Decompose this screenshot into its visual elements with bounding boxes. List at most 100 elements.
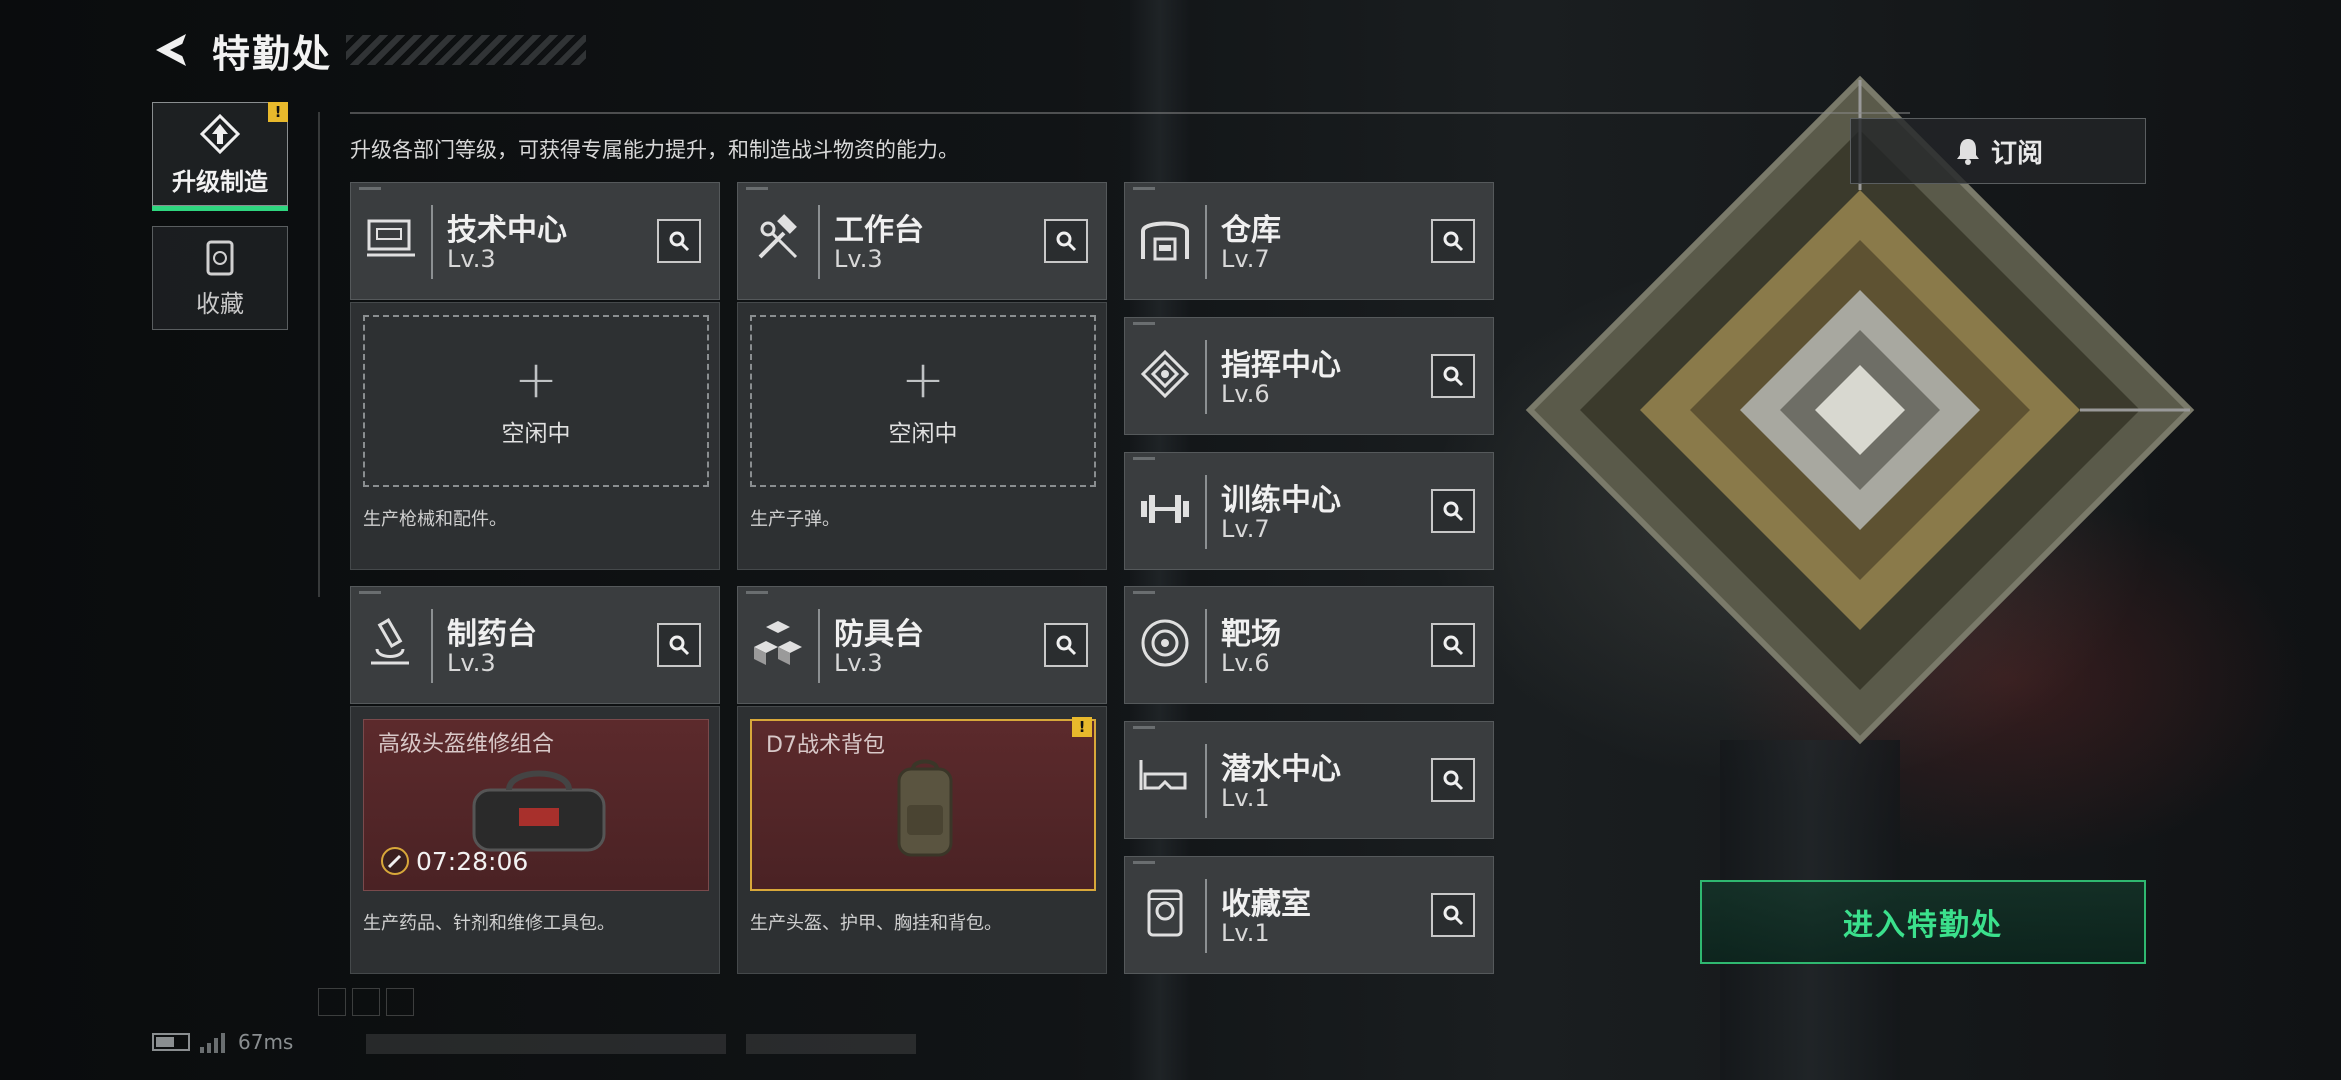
- dept-name: 靶场: [1221, 617, 1281, 652]
- dept-card-armor-bench[interactable]: 防具台 Lv.3: [737, 586, 1107, 704]
- production-slot-item[interactable]: D7战术背包: [750, 719, 1096, 891]
- upgrade-warning-badge: !: [268, 102, 288, 122]
- dept-level: Lv.7: [1221, 515, 1270, 543]
- trophy-icon: [1147, 889, 1183, 937]
- subscribe-label: 订阅: [1990, 138, 2043, 169]
- dept-card-diving-center[interactable]: 潜水中心 Lv.1: [1124, 721, 1494, 839]
- tools-icon: [758, 214, 798, 259]
- enter-special-ops-button[interactable]: 进入特勤处: [1700, 880, 2146, 964]
- battery-icon: [152, 1033, 190, 1051]
- production-description: 生产子弹。: [750, 509, 840, 530]
- item-warning-badge: !: [1072, 717, 1092, 737]
- dept-search-button[interactable]: [1044, 219, 1088, 263]
- cubes-icon: [754, 621, 802, 665]
- dept-level: Lv.3: [447, 649, 496, 677]
- page-description: 升级各部门等级，可获得专属能力提升，和制造战斗物资的能力。: [350, 138, 959, 162]
- dept-name: 制药台: [447, 617, 537, 652]
- card-corner-mark: [1133, 322, 1155, 325]
- header: 特勤处: [150, 20, 587, 80]
- slot-status: 空闲中: [501, 421, 571, 447]
- production-slot-empty[interactable]: + 空闲中: [750, 315, 1096, 487]
- microscope-icon: [371, 618, 409, 665]
- chip-icon: [1140, 349, 1190, 399]
- dept-card-pharmacy[interactable]: 制药台 Lv.3: [350, 586, 720, 704]
- production-slot-item[interactable]: 高级头盔维修组合 07:28:06: [363, 719, 709, 891]
- dept-card-training-center[interactable]: 训练中心 Lv.7: [1124, 452, 1494, 570]
- card-separator: [1205, 744, 1207, 818]
- dept-search-button[interactable]: [657, 219, 701, 263]
- item-name: D7战术背包: [766, 733, 885, 758]
- bell-icon: [1956, 139, 1979, 165]
- magnifier-icon: [669, 635, 690, 656]
- nav-collection[interactable]: 收藏: [152, 226, 288, 330]
- plus-icon: +: [514, 350, 558, 410]
- card-separator: [1205, 205, 1207, 279]
- card-separator: [431, 205, 433, 279]
- workstation-icon: [367, 219, 415, 257]
- goggles-icon: [1139, 760, 1187, 790]
- production-description: 生产枪械和配件。: [363, 509, 507, 530]
- dept-level: Lv.6: [1221, 380, 1270, 408]
- dept-name: 防具台: [834, 617, 924, 652]
- dept-card-collection-room[interactable]: 收藏室 Lv.1: [1124, 856, 1494, 974]
- left-divider: [318, 112, 320, 597]
- page-title: 特勤处: [212, 31, 333, 76]
- dept-search-button[interactable]: [1431, 489, 1475, 533]
- dept-card-shooting-range[interactable]: 靶场 Lv.6: [1124, 586, 1494, 704]
- tactical-backpack-image: [897, 759, 953, 857]
- production-description: 生产药品、针剂和维修工具包。: [363, 913, 615, 934]
- dept-level: Lv.1: [1221, 784, 1270, 812]
- slot-status: 空闲中: [888, 421, 958, 447]
- enter-button-label: 进入特勤处: [1843, 908, 2003, 943]
- plus-icon: +: [901, 350, 945, 410]
- title-decoration: [346, 35, 587, 65]
- collection-icon: [206, 240, 234, 275]
- card-corner-mark: [1133, 861, 1155, 864]
- dept-search-button[interactable]: [1044, 623, 1088, 667]
- dept-name: 收藏室: [1221, 887, 1311, 922]
- top-divider: [350, 112, 1910, 114]
- magnifier-icon: [1056, 635, 1077, 656]
- magnifier-icon: [1443, 501, 1464, 522]
- dept-search-button[interactable]: [657, 623, 701, 667]
- magnifier-icon: [1443, 770, 1464, 791]
- production-panel-pharmacy: 高级头盔维修组合 07:28:06 生产药品、针剂和维修工具包。: [350, 706, 720, 974]
- dept-card-tech-center[interactable]: 技术中心 Lv.3: [350, 182, 720, 300]
- production-timer: 07:28:06: [380, 846, 528, 876]
- production-panel-workbench: + 空闲中 生产子弹。: [737, 302, 1107, 570]
- dept-name: 训练中心: [1221, 483, 1341, 518]
- dept-card-command-center[interactable]: 指挥中心 Lv.6: [1124, 317, 1494, 435]
- card-corner-mark: [359, 591, 381, 594]
- dept-search-button[interactable]: [1431, 623, 1475, 667]
- ping-text: 67ms: [238, 1030, 294, 1054]
- nav-label-upgrade: 升级制造: [172, 167, 268, 196]
- dept-name: 技术中心: [447, 213, 567, 248]
- card-separator: [818, 609, 820, 683]
- production-description: 生产头盔、护甲、胸挂和背包。: [750, 913, 1002, 934]
- dept-card-warehouse[interactable]: 仓库 Lv.7: [1124, 182, 1494, 300]
- dumbbell-icon: [1141, 495, 1189, 523]
- dept-level: Lv.3: [834, 245, 883, 273]
- dept-search-button[interactable]: [1431, 758, 1475, 802]
- nav-label-collection: 收藏: [196, 289, 244, 318]
- card-corner-mark: [746, 187, 768, 190]
- dept-level: Lv.3: [447, 245, 496, 273]
- magnifier-icon: [1443, 366, 1464, 387]
- dept-level: Lv.3: [834, 649, 883, 677]
- dept-level: Lv.6: [1221, 649, 1270, 677]
- dept-level: Lv.7: [1221, 245, 1270, 273]
- target-icon: [1141, 619, 1189, 667]
- dept-search-button[interactable]: [1431, 354, 1475, 398]
- magnifier-icon: [669, 231, 690, 252]
- dept-name: 仓库: [1221, 213, 1281, 248]
- production-slot-empty[interactable]: + 空闲中: [363, 315, 709, 487]
- card-corner-mark: [1133, 591, 1155, 594]
- magnifier-icon: [1056, 231, 1077, 252]
- dept-card-workbench[interactable]: 工作台 Lv.3: [737, 182, 1107, 300]
- card-separator: [1205, 475, 1207, 549]
- subscribe-button[interactable]: 订阅: [1850, 118, 2146, 184]
- card-separator: [1205, 609, 1207, 683]
- back-arrow-icon[interactable]: [150, 28, 194, 72]
- dept-search-button[interactable]: [1431, 219, 1475, 263]
- dept-search-button[interactable]: [1431, 893, 1475, 937]
